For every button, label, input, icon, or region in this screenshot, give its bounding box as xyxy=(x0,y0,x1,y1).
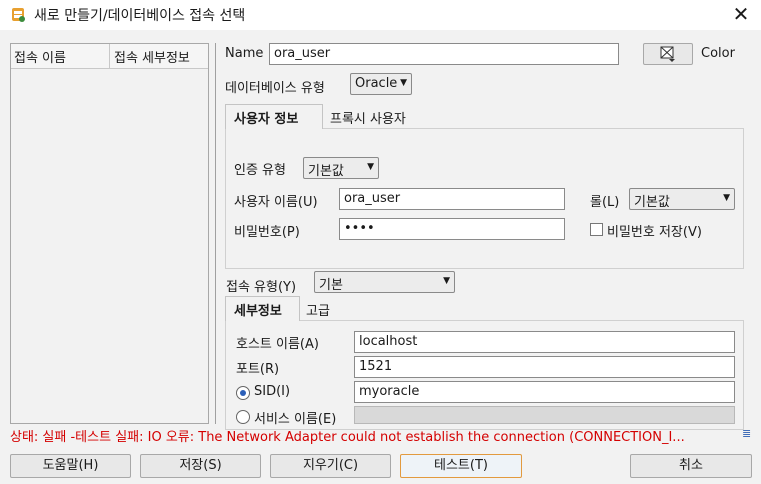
auth-type-value: 기본값 xyxy=(308,164,344,179)
color-label: Color xyxy=(701,46,735,61)
list-header: 접속 이름 접속 세부정보 xyxy=(11,44,208,69)
column-header-details[interactable]: 접속 세부정보 xyxy=(114,47,190,66)
chevron-down-icon: ▼ xyxy=(400,78,407,88)
save-password-label[interactable]: 비밀번호 저장(V) xyxy=(607,221,702,240)
port-label: 포트(R) xyxy=(236,362,280,377)
column-separator[interactable] xyxy=(109,44,110,68)
port-input[interactable]: 1521 xyxy=(354,356,735,378)
save-button[interactable]: 저장(S) xyxy=(140,454,261,478)
test-button[interactable]: 테스트(T) xyxy=(400,454,522,478)
color-swatch-icon xyxy=(660,46,675,62)
password-label: 비밀번호(P) xyxy=(234,225,300,240)
username-input[interactable]: ora_user xyxy=(339,188,565,210)
chevron-down-icon: ▼ xyxy=(723,193,730,203)
split-divider[interactable] xyxy=(215,43,216,424)
service-name-radio[interactable] xyxy=(236,410,250,424)
window-title: 새로 만들기/데이터베이스 접속 선택 xyxy=(34,8,246,24)
close-button[interactable]: ✕ xyxy=(726,2,756,28)
help-button[interactable]: 도움말(H) xyxy=(10,454,131,478)
cancel-button[interactable]: 취소 xyxy=(630,454,752,478)
service-name-input[interactable] xyxy=(354,406,735,424)
sid-input[interactable]: myoracle xyxy=(354,381,735,403)
sid-label[interactable]: SID(I) xyxy=(254,384,290,399)
save-password-checkbox[interactable] xyxy=(590,223,603,236)
role-value: 기본값 xyxy=(634,195,670,210)
db-type-value: Oracle xyxy=(355,76,398,91)
db-type-label: 데이터베이스 유형 xyxy=(225,81,325,96)
host-input[interactable]: localhost xyxy=(354,331,735,353)
connection-type-select[interactable]: 기본 ▼ xyxy=(314,271,455,293)
tab-user-info[interactable]: 사용자 정보 xyxy=(225,104,323,129)
role-select[interactable]: 기본값 ▼ xyxy=(629,188,735,210)
chevron-down-icon: ▼ xyxy=(367,162,374,172)
host-label: 호스트 이름(A) xyxy=(236,337,319,352)
tab-proxy-user[interactable]: 프록시 사용자 xyxy=(330,108,406,127)
details-icon[interactable]: ≣ xyxy=(742,427,751,440)
username-label: 사용자 이름(U) xyxy=(234,195,318,210)
role-label: 롤(L) xyxy=(590,195,620,210)
connection-list[interactable]: 접속 이름 접속 세부정보 xyxy=(10,43,209,424)
connection-type-label: 접속 유형(Y) xyxy=(226,280,297,295)
column-header-name[interactable]: 접속 이름 xyxy=(14,47,66,66)
color-picker-button[interactable] xyxy=(643,43,693,65)
status-message: 상태: 실패 -테스트 실패: IO 오류: The Network Adapt… xyxy=(10,430,685,445)
auth-type-select[interactable]: 기본값 ▼ xyxy=(303,157,379,179)
db-type-select[interactable]: Oracle ▼ xyxy=(350,73,412,95)
auth-type-label: 인증 유형 xyxy=(234,163,286,178)
tab-advanced[interactable]: 고급 xyxy=(306,300,330,319)
app-icon xyxy=(11,7,26,22)
chevron-down-icon: ▼ xyxy=(443,276,450,286)
service-name-label[interactable]: 서비스 이름(E) xyxy=(254,408,336,427)
tab-details[interactable]: 세부정보 xyxy=(225,296,300,321)
sid-radio[interactable] xyxy=(236,386,250,400)
name-input[interactable]: ora_user xyxy=(269,43,619,65)
connection-type-value: 기본 xyxy=(319,278,343,293)
clear-button[interactable]: 지우기(C) xyxy=(270,454,391,478)
name-label: Name xyxy=(225,46,264,61)
password-input[interactable]: •••• xyxy=(339,218,565,240)
